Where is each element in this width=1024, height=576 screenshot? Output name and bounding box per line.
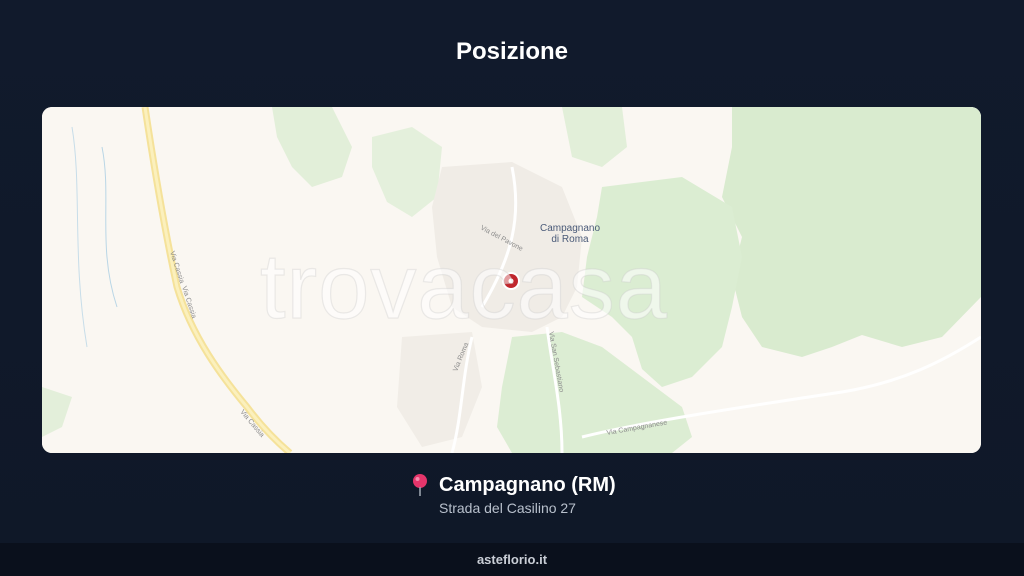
watermark-logo: trovacasa — [259, 235, 668, 338]
town-label: Campagnano — [540, 223, 600, 234]
location-info: Campagnano (RM) — [410, 470, 616, 500]
woods-area-east — [722, 107, 981, 357]
location-map[interactable]: Via Cassia Via Cassia Via Cassia Via del… — [42, 107, 981, 453]
map-pin-icon — [413, 474, 427, 496]
page-title: Posizione — [455, 38, 569, 65]
street-address: Strada del Casilino 27 — [439, 500, 576, 516]
city-name: Campagnano (RM) — [439, 473, 616, 496]
footer-site[interactable]: asteflorio.it — [0, 543, 1024, 576]
